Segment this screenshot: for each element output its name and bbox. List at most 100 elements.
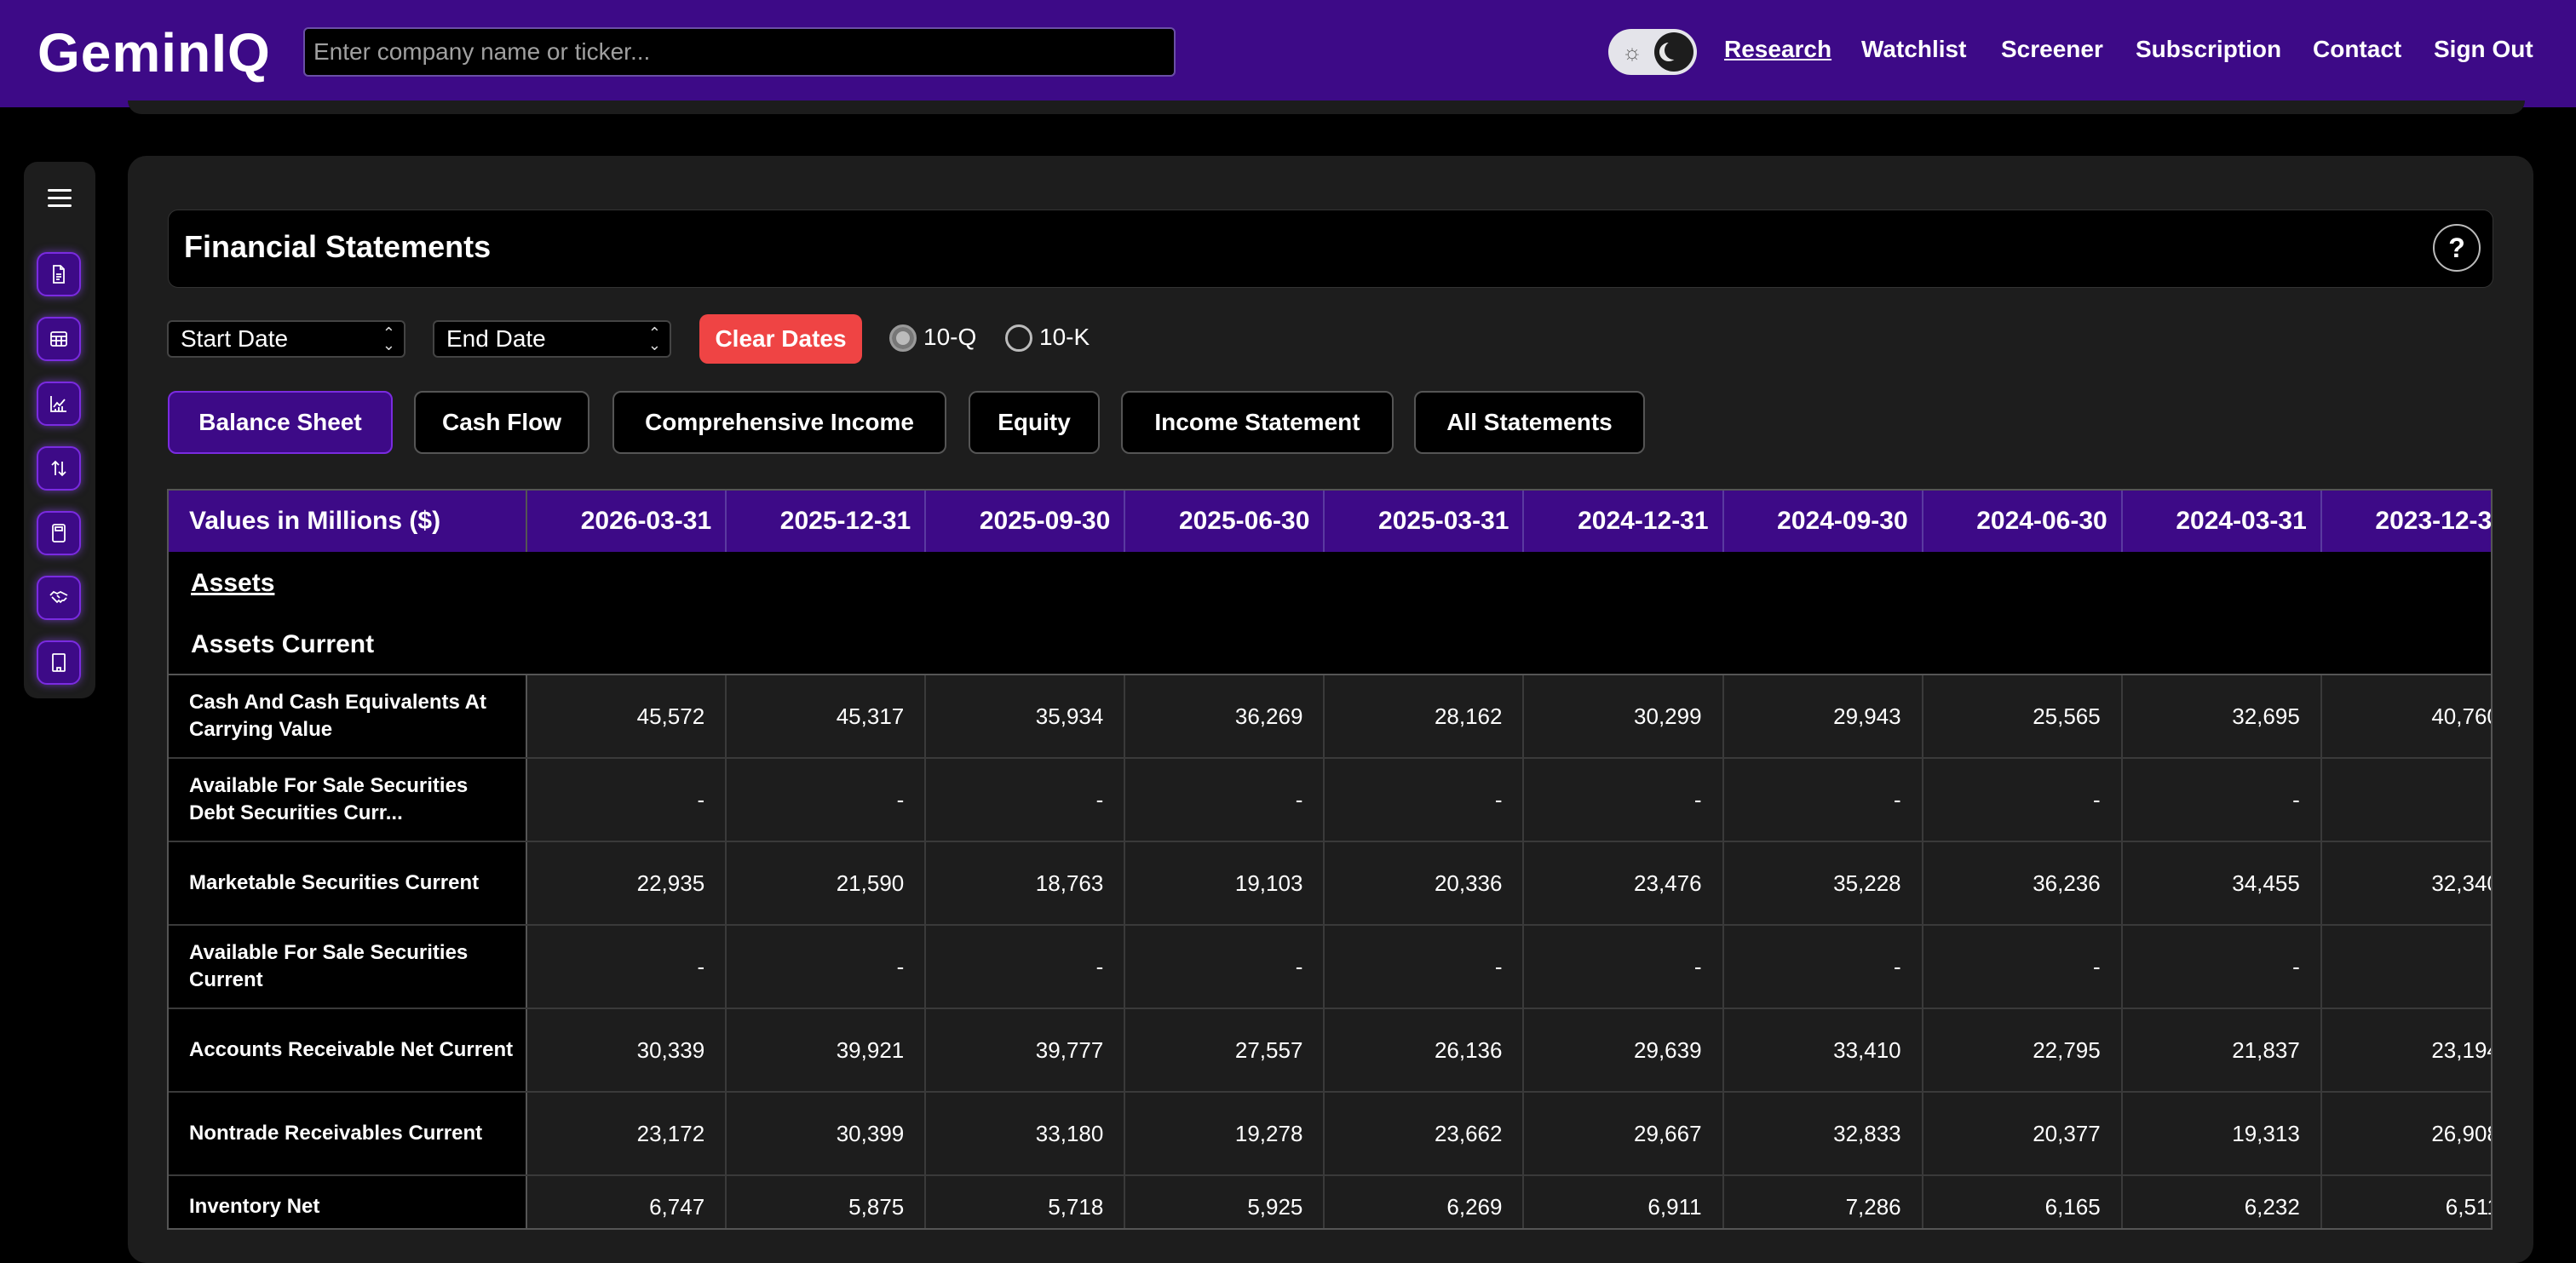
subsection-heading-assets-current: Assets Current [169,615,2491,675]
logo[interactable]: GeminIQ [37,22,271,83]
sidebar-transfer-button[interactable] [37,446,81,491]
sidebar-handshake-button[interactable] [37,576,81,620]
value-cell: - [1124,925,1325,1009]
value-cell: 26,908 [2320,1092,2491,1176]
nav-screener[interactable]: Screener [2001,36,2103,63]
nav-subscription[interactable]: Subscription [2136,36,2281,63]
header-cell-date[interactable]: 2025-03-31 [1324,491,1525,552]
value-cell: 19,313 [2121,1092,2322,1176]
nav-contact[interactable]: Contact [2313,36,2401,63]
value-cell: 35,934 [925,675,1126,759]
row-label: Inventory Net [169,1175,528,1228]
header-cell-date[interactable]: 2024-09-30 [1722,491,1923,552]
header-cell-date[interactable]: 2026-03-31 [526,491,727,552]
start-date-label: Start Date [181,325,289,352]
value-cell: 6,232 [2121,1175,2322,1228]
sidebar-table-button[interactable] [37,317,81,361]
document-icon [53,265,65,284]
hamburger-menu-icon[interactable] [48,189,72,207]
table-icon [50,331,67,347]
value-cell: - [726,758,927,842]
header-cell-date[interactable]: 2025-06-30 [1124,491,1325,552]
value-cell: 6,511 [2320,1175,2491,1228]
table-row: Available For Sale Securities Debt Secur… [169,758,2491,842]
nav-watchlist[interactable]: Watchlist [1861,36,1966,63]
sidebar-building-button[interactable] [37,640,81,685]
value-cell: 6,165 [1922,1175,2123,1228]
row-label: Nontrade Receivables Current [169,1092,528,1176]
tab-cash-flow[interactable]: Cash Flow [414,391,589,454]
calculator-icon [52,524,66,543]
value-cell: - [1523,925,1724,1009]
table-row: Accounts Receivable Net Current 30,339 3… [169,1008,2491,1093]
row-label: Available For Sale Securities Current [169,925,528,1009]
tab-income-statement[interactable]: Income Statement [1121,391,1394,454]
value-cell: 23,172 [526,1092,727,1176]
value-cell: 29,667 [1523,1092,1724,1176]
value-cell: 23,662 [1324,1092,1525,1176]
value-cell: - [1922,925,2123,1009]
clear-dates-button[interactable]: Clear Dates [699,314,862,364]
updown-chevron-icon: ⌃ ⌄ [647,324,661,353]
search-input[interactable] [303,27,1176,77]
tab-equity[interactable]: Equity [969,391,1100,454]
toggle-knob [1654,32,1693,72]
value-cell: 29,943 [1722,675,1923,759]
section-row: Assets [169,552,2491,615]
value-cell: - [2121,925,2322,1009]
radio-10k-label: 10-K [1039,324,1090,350]
value-cell: 5,718 [925,1175,1126,1228]
value-cell: 20,377 [1922,1092,2123,1176]
value-cell: - [526,758,727,842]
top-navbar: GeminIQ ☼ Research Watchlist Screener Su… [0,0,2576,107]
value-cell: 30,299 [1523,675,1724,759]
value-cell: 34,455 [2121,841,2322,926]
value-cell: - [2121,758,2322,842]
value-cell: 32,695 [2121,675,2322,759]
value-cell: 39,921 [726,1008,927,1093]
tab-all-statements[interactable]: All Statements [1414,391,1645,454]
row-label: Available For Sale Securities Debt Secur… [169,758,528,842]
radio-10q[interactable] [889,324,917,352]
nav-research[interactable]: Research [1724,36,1831,63]
tab-balance-sheet[interactable]: Balance Sheet [168,391,393,454]
nav-sign-out[interactable]: Sign Out [2434,36,2533,63]
theme-toggle[interactable]: ☼ [1608,29,1697,75]
header-cell-date[interactable]: 2024-03-31 [2121,491,2322,552]
row-label: Cash And Cash Equivalents At Carrying Va… [169,675,528,759]
subsection-row: Assets Current [169,615,2491,675]
sidebar [24,162,95,698]
header-cell-date[interactable]: 2025-12-31 [726,491,927,552]
value-cell: 45,317 [726,675,927,759]
value-cell: 36,269 [1124,675,1325,759]
header-cell-date[interactable]: 2024-06-30 [1922,491,2123,552]
tab-comprehensive-income[interactable]: Comprehensive Income [612,391,946,454]
sidebar-calculator-button[interactable] [37,511,81,555]
sidebar-document-button[interactable] [37,252,81,296]
financial-table-container[interactable]: Values in Millions ($) 2026-03-31 2025-1… [167,489,2493,1230]
value-cell: 18,763 [925,841,1126,926]
page-title: Financial Statements [184,229,492,264]
end-date-select[interactable]: End Date ⌃ ⌄ [433,320,671,358]
value-cell: - [1324,925,1525,1009]
start-date-select[interactable]: Start Date ⌃ ⌄ [167,320,405,358]
help-button[interactable]: ? [2433,224,2481,272]
value-cell: 6,269 [1324,1175,1525,1228]
header-panel-edge [128,100,2525,114]
value-cell: 6,747 [526,1175,727,1228]
value-cell: 32,340 [2320,841,2491,926]
sidebar-chart-button[interactable] [37,382,81,426]
chart-line-icon [50,396,66,412]
header-cell-date[interactable]: 2024-12-31 [1523,491,1724,552]
radio-10k[interactable] [1005,324,1032,352]
value-cell: - [925,758,1126,842]
value-cell: 5,875 [726,1175,927,1228]
header-cell-date[interactable]: 2025-09-30 [925,491,1126,552]
value-cell: 45,572 [526,675,727,759]
table-row: Cash And Cash Equivalents At Carrying Va… [169,675,2491,759]
table-row: Available For Sale Securities Current - … [169,925,2491,1009]
row-label: Marketable Securities Current [169,841,528,926]
header-cell-date[interactable]: 2023-12-31 [2320,491,2491,552]
value-cell: 23,194 [2320,1008,2491,1093]
value-cell: - [526,925,727,1009]
